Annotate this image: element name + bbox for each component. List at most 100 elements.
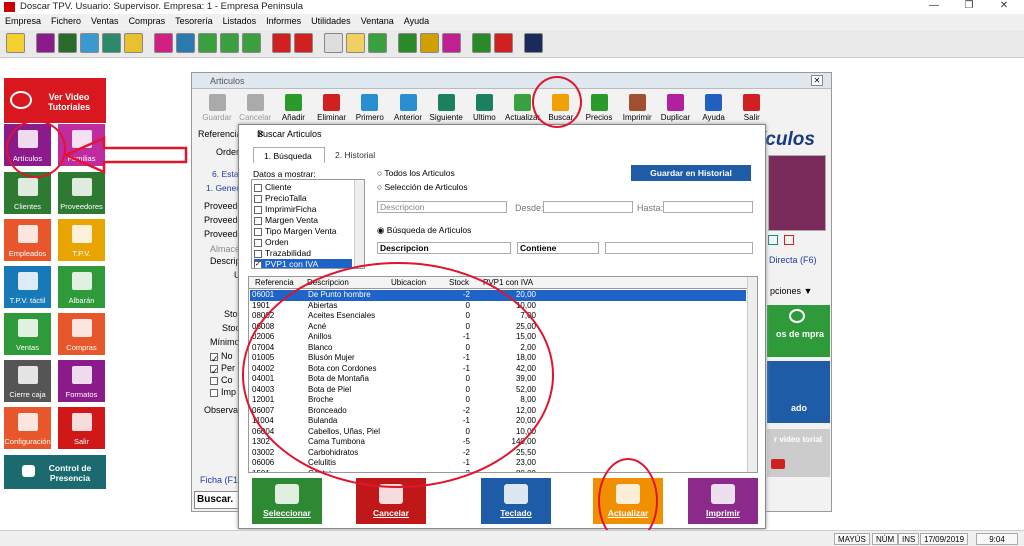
busqueda-value-input[interactable] [605,242,753,254]
sidebar-item-configuracion[interactable]: Configuración [4,407,51,449]
toolbar-icon[interactable] [272,33,291,53]
delete-image-icon[interactable] [784,235,794,245]
guardar-historial-button[interactable]: Guardar en Historial [631,165,751,181]
radio-busqueda[interactable]: ◉ Búsqueda de Articulos [377,225,471,236]
toolbar-icon[interactable] [58,33,77,53]
help-icon[interactable] [472,33,491,53]
sidebar-item-albaran[interactable]: Albarán [58,266,105,308]
menu-ventana[interactable]: Ventana [356,14,399,26]
dialog-close-button[interactable]: ✕ [257,129,759,140]
radio-seleccion[interactable]: ○ Selección de Articulos [377,182,468,192]
datos-item[interactable]: Trazabilidad [254,248,352,259]
menu-ayuda[interactable]: Ayuda [399,14,434,26]
toolbar-icon[interactable] [368,33,387,53]
minimize-button[interactable]: — [920,0,948,14]
toolbar-icon[interactable] [420,33,439,53]
datos-scrollbar[interactable] [354,180,364,268]
datos-item[interactable]: ✓ PVP1 con IVA [254,259,352,268]
menu-utilidades[interactable]: Utilidades [306,14,356,26]
toolbar-icon[interactable] [154,33,173,53]
clientes-icon [17,178,38,196]
toolbar-icon[interactable] [198,33,217,53]
checkbox[interactable] [254,238,262,247]
restore-button[interactable]: ❐ [955,0,983,14]
sidebar-item-clientes[interactable]: Clientes [4,172,51,214]
menu-listados[interactable]: Listados [218,14,262,26]
view-icon[interactable] [768,235,778,245]
col-referencia[interactable]: Referencia [255,278,294,287]
datos-item[interactable]: Tipo Margen Venta [254,226,352,237]
sidebar-item-formatos[interactable]: Formatos [58,360,105,402]
tab-historial[interactable]: 2. Historial [327,147,379,163]
datos-item[interactable]: Cliente [254,182,352,193]
close-button[interactable]: ✕ [990,0,1018,14]
toolbar-icon[interactable] [294,33,313,53]
tools-icon[interactable] [524,33,543,53]
sidebar-item-ventas[interactable]: Ventas [4,313,51,355]
menu-fichero[interactable]: Fichero [46,14,86,26]
toolbar-icon[interactable] [6,33,25,53]
menu-ventas[interactable]: Ventas [86,14,124,26]
toolbar-icon[interactable] [324,33,343,53]
checkbox[interactable]: ✓ [254,260,262,268]
menu-tesoreria[interactable]: Tesorería [170,14,218,26]
toolbar-icon[interactable] [80,33,99,53]
toolbar-icon[interactable] [346,33,365,53]
radio-todos[interactable]: ○ Todos los Articulos [377,168,455,178]
buscar-field[interactable]: Buscar. [194,491,240,509]
desde-input[interactable] [543,201,633,213]
datos-item[interactable]: Orden [254,237,352,248]
articulos-close-button[interactable]: ✕ [811,75,823,86]
checkbox[interactable] [254,216,262,225]
datos-item[interactable]: Margen Venta [254,215,352,226]
sidebar-item-empleados[interactable]: Empleados [4,219,51,261]
seleccion-field-select[interactable]: Descripcion [377,201,507,213]
busqueda-operator-select[interactable]: Contiene [517,242,599,254]
control-presencia-button[interactable]: Control de Presencia [4,455,106,489]
menu-compras[interactable]: Compras [124,14,171,26]
check-imp[interactable]: Imp [210,387,236,397]
sidebar-item-salir[interactable]: Salir [58,407,105,449]
toolbar-icon[interactable] [242,33,261,53]
menu-informes[interactable]: Informes [261,14,306,26]
teclado-button[interactable]: Teclado [481,478,551,524]
check-no[interactable]: ✓ No [210,351,233,364]
toolbar-icon[interactable] [124,33,143,53]
toolbar-icon[interactable] [398,33,417,53]
busqueda-field-select[interactable]: Descripcion [377,242,511,254]
datos-item[interactable]: PrecioTalla [254,193,352,204]
tab-busqueda[interactable]: 1. Búsqueda [253,147,325,163]
toolbar-icon[interactable] [220,33,239,53]
exit-icon[interactable] [494,33,513,53]
checkbox[interactable] [254,194,262,203]
datos-item[interactable]: ImprimirFicha [254,204,352,215]
sidebar-item-t-p-v[interactable]: T.P.V. [58,219,105,261]
toolbar-icon[interactable] [176,33,195,53]
status-date: 17/09/2019 [920,533,969,545]
sidebar-item-t-p-v-tactil[interactable]: T.P.V. táctil [4,266,51,308]
hasta-input[interactable] [663,201,753,213]
sidebar-item-proveedores[interactable]: Proveedores [58,172,105,214]
toolbar-icon[interactable] [36,33,55,53]
check-per[interactable]: ✓ Per [210,363,235,376]
opciones-menu[interactable]: pciones ▼ [770,286,812,296]
menu-empresa[interactable]: Empresa [0,14,46,26]
sidebar-item-compras[interactable]: Compras [58,313,105,355]
checkbox[interactable] [254,205,262,214]
grid-scrollbar[interactable] [747,277,757,472]
toolbar-icon[interactable] [102,33,121,53]
venta-directa-link[interactable]: Directa (F6) [769,255,817,265]
seleccionar-button[interactable]: Seleccionar [252,478,322,524]
teclado-side-button[interactable]: ado [767,361,830,423]
video-tutorial-button[interactable]: r video torial [767,429,830,477]
imprimir-button[interactable]: Imprimir [688,478,758,524]
toolbar-icon[interactable] [442,33,461,53]
checkbox[interactable] [254,249,262,258]
video-tutorials-button[interactable]: Ver Video Tutoriales [4,78,106,123]
pedidos-compra-button[interactable]: os de mpra [767,305,830,357]
sidebar-item-cierre-caja[interactable]: Cierre caja [4,360,51,402]
checkbox[interactable] [254,227,262,236]
datos-mostrar-list[interactable]: Cliente PrecioTalla ImprimirFicha Margen Ve… [251,179,365,269]
check-co[interactable]: Co [210,375,233,385]
checkbox[interactable] [254,183,262,192]
